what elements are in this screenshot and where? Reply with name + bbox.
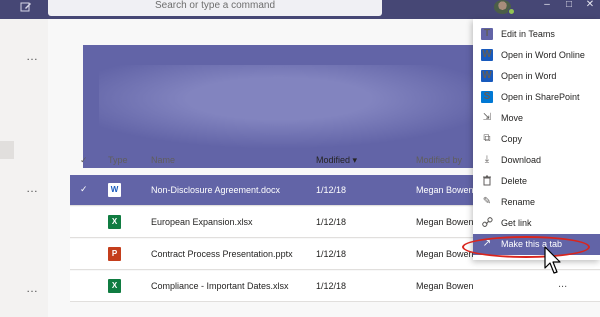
menu-item-label: Copy [501,134,523,144]
maximize-button[interactable]: □ [562,0,576,12]
file-name[interactable]: Non-Disclosure Agreement.docx [151,185,280,195]
presence-status-icon [508,8,515,15]
file-modified: 1/12/18 [316,281,347,291]
mouse-cursor-icon [544,246,561,274]
file-modified: 1/12/18 [316,217,347,227]
select-all-checkbox[interactable]: ✓ [80,155,88,166]
menu-item-label: Download [501,155,542,165]
annotation-oval [462,236,590,258]
menu-item-move[interactable]: ⇲ Move [473,108,600,129]
row-checkbox-checked[interactable]: ✓ [80,184,88,195]
trash-icon [481,175,493,187]
menu-item-label: Get link [501,218,532,228]
powerpoint-file-icon: P [108,247,121,261]
link-icon [481,217,493,229]
menu-item-edit-in-teams[interactable]: T Edit in Teams [473,24,600,45]
minimize-button[interactable]: – [540,0,554,12]
menu-item-label: Open in SharePoint [501,92,580,102]
file-modified-by: Megan Bowen [416,217,474,227]
column-modified-by[interactable]: Modified by [416,155,462,165]
file-modified: 1/12/18 [316,249,347,259]
menu-item-delete[interactable]: Delete [473,171,600,192]
menu-item-label: Open in Word [501,71,557,81]
menu-item-label: Open in Word Online [501,50,585,60]
rename-icon: ✎ [482,196,492,207]
file-modified-by: Megan Bowen [416,281,474,291]
menu-item-label: Edit in Teams [501,29,555,39]
move-icon: ⇲ [482,112,492,123]
word-icon: W [481,49,493,61]
title-bar: Search or type a command – □ ✕ [0,0,600,19]
menu-item-get-link[interactable]: Get link [473,213,600,234]
selected-channel-indicator [0,141,14,159]
menu-item-rename[interactable]: ✎ Rename [473,192,600,213]
file-name[interactable]: Compliance - Important Dates.xlsx [151,281,289,291]
teams-icon: T [481,28,493,40]
download-icon: ⤓ [484,154,490,165]
menu-item-copy[interactable]: ⧉ Copy [473,129,600,150]
file-name[interactable]: European Expansion.xlsx [151,217,253,227]
file-context-menu: T Edit in Teams W Open in Word Online W … [473,19,600,260]
more-options-icon[interactable]: … [26,182,42,195]
column-name[interactable]: Name [151,155,175,165]
file-modified: 1/12/18 [316,185,347,195]
compose-icon[interactable] [20,1,34,15]
file-modified-by: Megan Bowen [416,185,474,195]
more-options-icon[interactable]: … [26,282,42,295]
menu-item-open-in-sharepoint[interactable]: S Open in SharePoint [473,87,600,108]
menu-item-open-in-word-online[interactable]: W Open in Word Online [473,45,600,66]
excel-file-icon: X [108,279,121,293]
menu-item-label: Rename [501,197,536,207]
channel-list-panel: … … … [0,19,48,317]
menu-item-label: Move [501,113,524,123]
menu-item-download[interactable]: ⤓ Download [473,150,600,171]
word-icon: W [481,70,493,82]
copy-icon: ⧉ [483,133,491,144]
word-file-icon: W [108,183,121,197]
search-input[interactable]: Search or type a command [48,0,382,16]
excel-file-icon: X [108,215,121,229]
menu-item-label: Delete [501,176,528,186]
column-modified-label: Modified [316,155,351,165]
more-options-icon[interactable]: … [26,50,42,63]
row-more-options-icon[interactable]: ... [558,278,567,290]
column-type[interactable]: Type [108,155,128,165]
file-name[interactable]: Contract Process Presentation.pptx [151,249,293,259]
close-button[interactable]: ✕ [583,0,597,12]
column-modified[interactable]: Modified ▾ [316,155,357,166]
menu-item-open-in-word[interactable]: W Open in Word [473,66,600,87]
sort-descending-icon: ▾ [352,155,358,165]
table-row[interactable]: X Compliance - Important Dates.xlsx 1/12… [70,271,600,302]
banner-highlight [99,65,499,149]
sharepoint-icon: S [481,91,493,103]
